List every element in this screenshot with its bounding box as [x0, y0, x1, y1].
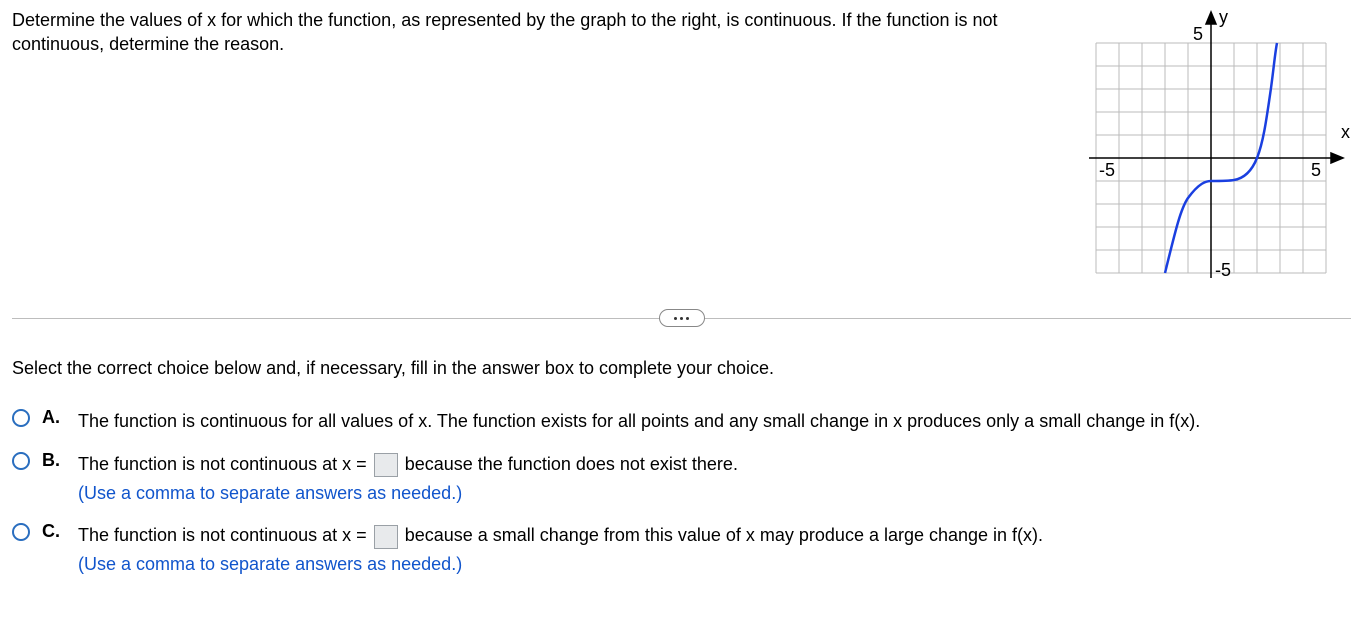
radio-choice-c[interactable]: [12, 523, 30, 541]
question-text: Determine the values of x for which the …: [12, 8, 1061, 57]
axis-label-y: y: [1219, 8, 1228, 27]
axis-label-x: x: [1341, 122, 1350, 142]
choice-text-a: The function is continuous for all value…: [78, 407, 1351, 436]
expand-icon[interactable]: [659, 309, 705, 327]
choice-label-b: B.: [42, 450, 66, 471]
tick-x-neg: -5: [1099, 160, 1115, 180]
answer-input-c[interactable]: [374, 525, 398, 549]
instruction-text: Select the correct choice below and, if …: [12, 358, 1351, 379]
choice-b-prefix: The function is not continuous at x =: [78, 454, 367, 474]
tick-y-neg: -5: [1215, 260, 1231, 278]
choice-label-c: C.: [42, 521, 66, 542]
answer-input-b[interactable]: [374, 453, 398, 477]
tick-x-pos: 5: [1311, 160, 1321, 180]
choice-c-hint: (Use a comma to separate answers as need…: [78, 554, 462, 574]
choice-c-prefix: The function is not continuous at x =: [78, 525, 367, 545]
radio-choice-b[interactable]: [12, 452, 30, 470]
choice-text-c: The function is not continuous at x = be…: [78, 521, 1351, 579]
radio-choice-a[interactable]: [12, 409, 30, 427]
section-divider[interactable]: [12, 308, 1351, 328]
choice-c-suffix: because a small change from this value o…: [405, 525, 1043, 545]
choice-label-a: A.: [42, 407, 66, 428]
function-graph: y x 5 -5 -5 5: [1081, 8, 1351, 278]
choice-b-hint: (Use a comma to separate answers as need…: [78, 483, 462, 503]
choice-b-suffix: because the function does not exist ther…: [405, 454, 738, 474]
choice-text-b: The function is not continuous at x = be…: [78, 450, 1351, 508]
tick-y-pos: 5: [1193, 24, 1203, 44]
